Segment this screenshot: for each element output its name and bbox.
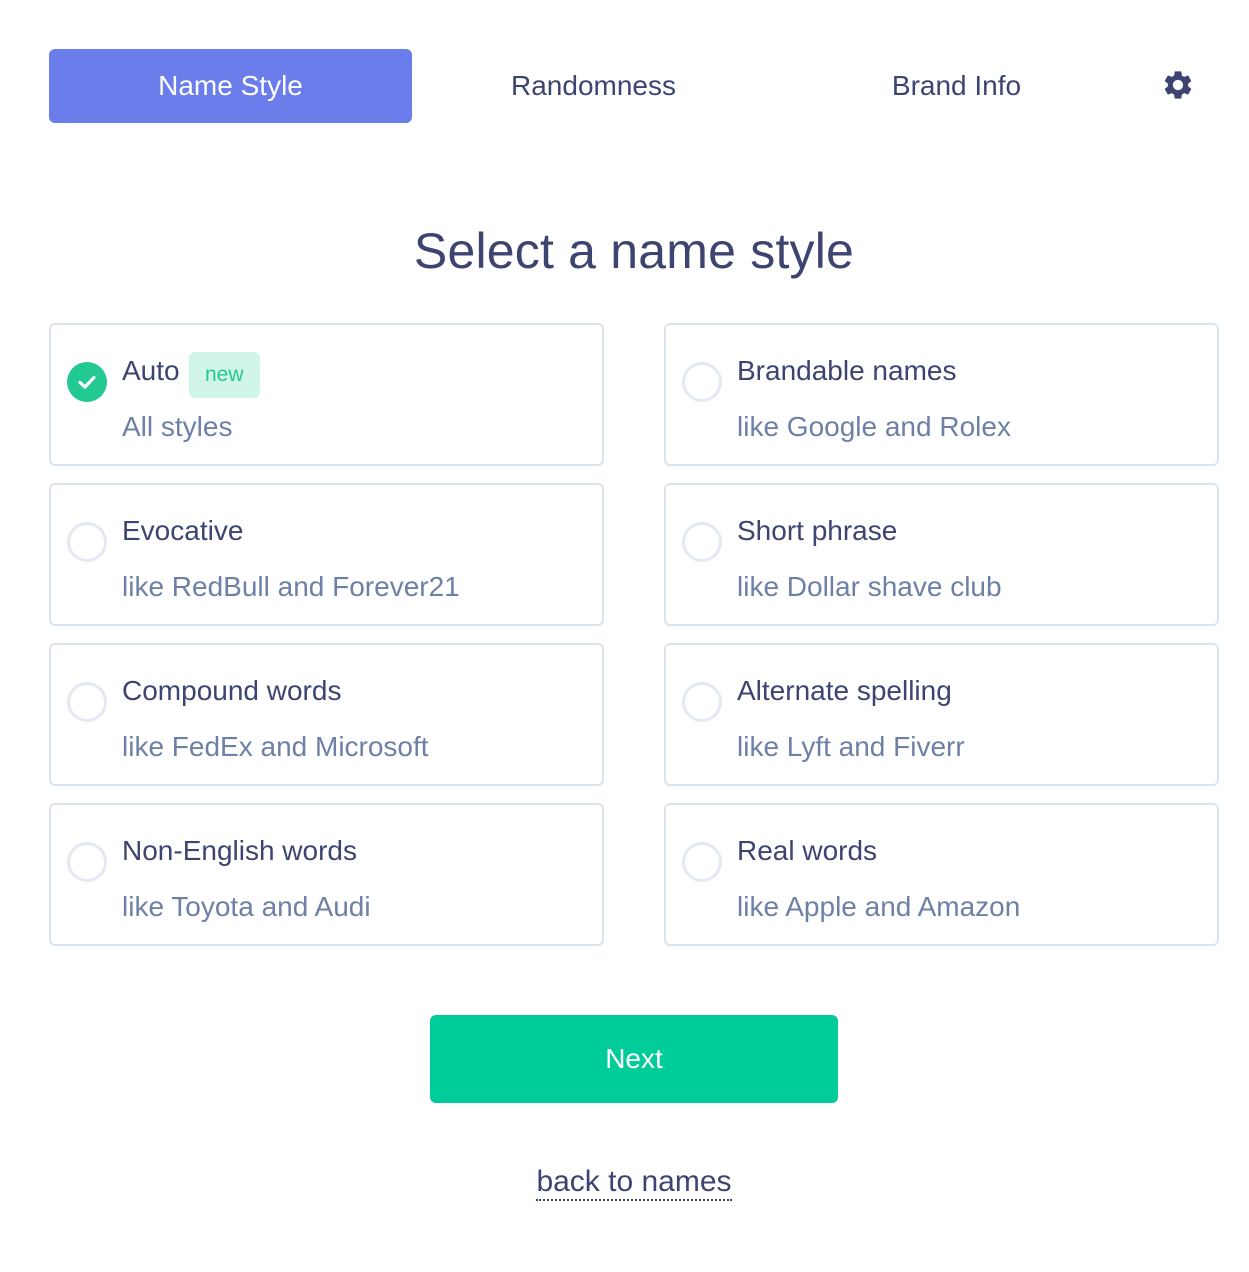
radio-unchecked[interactable]: [67, 842, 107, 882]
style-option-alternate-spelling[interactable]: Alternate spelling like Lyft and Fiverr: [664, 643, 1219, 786]
option-subtitle: like Dollar shave club: [737, 571, 1002, 602]
style-option-compound-words[interactable]: Compound words like FedEx and Microsoft: [49, 643, 604, 786]
style-option-evocative[interactable]: Evocative like RedBull and Forever21: [49, 483, 604, 626]
style-option-real-words[interactable]: Real words like Apple and Amazon: [664, 803, 1219, 946]
radio-unchecked[interactable]: [682, 842, 722, 882]
radio-unchecked[interactable]: [682, 362, 722, 402]
option-title: Auto: [122, 355, 180, 386]
check-icon: [78, 375, 96, 389]
option-title: Brandable names: [737, 355, 957, 386]
new-badge: new: [189, 352, 260, 398]
radio-unchecked[interactable]: [682, 682, 722, 722]
style-option-short-phrase[interactable]: Short phrase like Dollar shave club: [664, 483, 1219, 626]
option-title: Real words: [737, 835, 878, 866]
back-link-container: back to names: [0, 1165, 1249, 1201]
radio-unchecked[interactable]: [67, 682, 107, 722]
option-title: Evocative: [122, 515, 244, 546]
tab-brand-info[interactable]: Brand Info: [775, 49, 1138, 123]
tab-name-style[interactable]: Name Style: [49, 49, 412, 123]
tab-bar: Name Style Randomness Brand Info: [49, 49, 1219, 123]
page-title: Select a name style: [413, 223, 855, 279]
radio-unchecked[interactable]: [67, 522, 107, 562]
option-subtitle: like Apple and Amazon: [737, 891, 1021, 922]
option-subtitle: like FedEx and Microsoft: [122, 731, 429, 762]
gear-icon[interactable]: [1161, 68, 1195, 102]
radio-checked[interactable]: [67, 362, 107, 402]
style-option-auto[interactable]: Auto new All styles: [49, 323, 604, 466]
option-title: Alternate spelling: [737, 675, 952, 706]
tab-randomness[interactable]: Randomness: [412, 49, 775, 123]
option-title: Short phrase: [737, 515, 898, 546]
option-title: Compound words: [122, 675, 342, 706]
back-to-names-link[interactable]: back to names: [536, 1165, 732, 1201]
next-button[interactable]: Next: [430, 1015, 838, 1103]
radio-unchecked[interactable]: [682, 522, 722, 562]
style-option-non-english[interactable]: Non-English words like Toyota and Audi: [49, 803, 604, 946]
option-subtitle: like RedBull and Forever21: [122, 571, 460, 602]
option-subtitle: like Google and Rolex: [737, 411, 1011, 442]
option-subtitle: like Toyota and Audi: [122, 891, 371, 922]
option-title: Non-English words: [122, 835, 357, 866]
style-option-brandable[interactable]: Brandable names like Google and Rolex: [664, 323, 1219, 466]
option-subtitle: All styles: [122, 411, 233, 442]
option-subtitle: like Lyft and Fiverr: [737, 731, 965, 762]
